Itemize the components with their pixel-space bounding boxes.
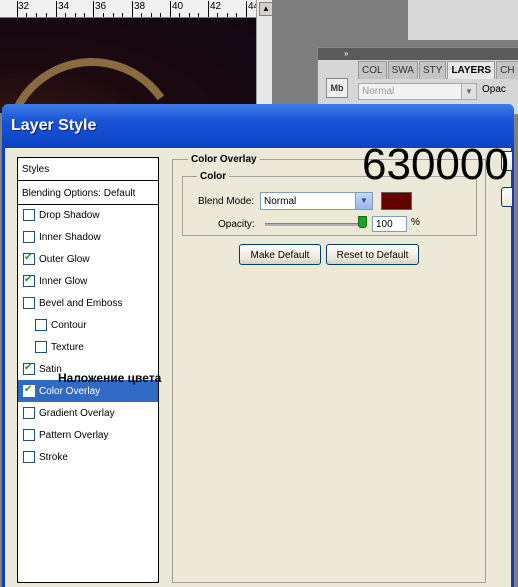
- ruler-label: 34: [58, 1, 70, 12]
- make-default-button[interactable]: Make Default: [239, 244, 321, 265]
- style-item-inner-shadow[interactable]: Inner Shadow: [18, 226, 158, 248]
- color-group-title: Color: [197, 171, 230, 182]
- ruler-label: 40: [172, 1, 184, 12]
- checkbox[interactable]: [23, 231, 35, 243]
- tab-swatches[interactable]: SWA: [387, 61, 418, 79]
- dialog-title: Layer Style: [11, 117, 97, 134]
- style-item-texture[interactable]: Texture: [18, 336, 158, 358]
- tab-styles[interactable]: STY: [418, 61, 447, 79]
- blend-mode-label: Blend Mode:: [198, 196, 255, 207]
- blend-mode-value: Normal: [264, 196, 297, 207]
- style-item-pattern-overlay[interactable]: Pattern Overlay: [18, 424, 158, 446]
- ruler-label: 38: [134, 1, 146, 12]
- style-item-outer-glow[interactable]: Outer Glow: [18, 248, 158, 270]
- checkbox[interactable]: [23, 274, 35, 287]
- style-item-gradient-overlay[interactable]: Gradient Overlay: [18, 402, 158, 424]
- color-overlay-title: Color Overlay: [188, 154, 260, 165]
- chevron-down-icon: ▼: [461, 84, 476, 99]
- styles-header[interactable]: Styles: [18, 158, 158, 181]
- document-canvas[interactable]: [0, 18, 256, 113]
- reset-to-default-button[interactable]: Reset to Default: [326, 244, 419, 265]
- style-item-inner-glow[interactable]: Inner Glow: [18, 270, 158, 292]
- scroll-up-icon[interactable]: ▲: [259, 2, 273, 16]
- ruler-label: 42: [210, 1, 222, 12]
- style-item-drop-shadow[interactable]: Drop Shadow: [18, 204, 158, 226]
- russian-label-annotation: Наложение цвета: [58, 371, 162, 385]
- panel-icon[interactable]: Mb: [326, 78, 348, 98]
- ruler-label: 32: [18, 1, 30, 12]
- layer-opacity-label: Opac: [482, 84, 506, 95]
- blend-mode-select[interactable]: Normal ▼: [260, 192, 373, 210]
- opacity-slider-track[interactable]: [265, 223, 365, 226]
- checkbox[interactable]: [23, 407, 35, 419]
- chevron-down-icon[interactable]: ▼: [355, 193, 372, 209]
- opacity-slider-thumb[interactable]: [358, 216, 367, 228]
- style-item-contour[interactable]: Contour: [18, 314, 158, 336]
- checkbox[interactable]: [23, 362, 35, 375]
- checkbox[interactable]: [23, 297, 35, 309]
- dialog-body: Styles Blending Options: Default Drop Sh…: [5, 148, 512, 587]
- workspace-panel: [408, 0, 518, 40]
- horizontal-ruler: 32 34 36 38 40 42 44: [0, 0, 272, 18]
- layer-blend-select[interactable]: Normal ▼: [358, 83, 477, 100]
- opacity-input[interactable]: 100: [372, 216, 407, 232]
- opacity-unit: %: [411, 217, 420, 228]
- opacity-label: Opacity:: [218, 219, 255, 230]
- checkbox[interactable]: [23, 451, 35, 463]
- style-item-stroke[interactable]: Stroke: [18, 446, 158, 468]
- blending-options-item[interactable]: Blending Options: Default: [18, 182, 158, 205]
- panel-tabs: COL SWA STY LAYERS CH: [358, 61, 518, 79]
- color-code-annotation: 630000: [362, 140, 509, 189]
- layer-blend-value: Normal: [362, 86, 395, 97]
- style-item-bevel-emboss[interactable]: Bevel and Emboss: [18, 292, 158, 314]
- tab-channels[interactable]: CH: [496, 61, 518, 79]
- tab-layers[interactable]: LAYERS: [447, 61, 496, 79]
- canvas-artwork: [0, 44, 194, 113]
- vertical-scrollbar[interactable]: ▲: [256, 0, 273, 113]
- cancel-button-edge[interactable]: [501, 187, 512, 207]
- tab-color[interactable]: COL: [358, 61, 387, 79]
- ruler-label: 36: [95, 1, 107, 12]
- checkbox[interactable]: [23, 384, 35, 397]
- checkbox[interactable]: [23, 252, 35, 265]
- panel-collapse-icon[interactable]: »: [318, 48, 518, 60]
- checkbox[interactable]: [35, 319, 47, 331]
- overlay-color-swatch[interactable]: [381, 192, 412, 210]
- checkbox[interactable]: [23, 209, 35, 221]
- checkbox[interactable]: [23, 429, 35, 441]
- checkbox[interactable]: [35, 341, 47, 353]
- styles-list: Styles Blending Options: Default Drop Sh…: [17, 157, 159, 583]
